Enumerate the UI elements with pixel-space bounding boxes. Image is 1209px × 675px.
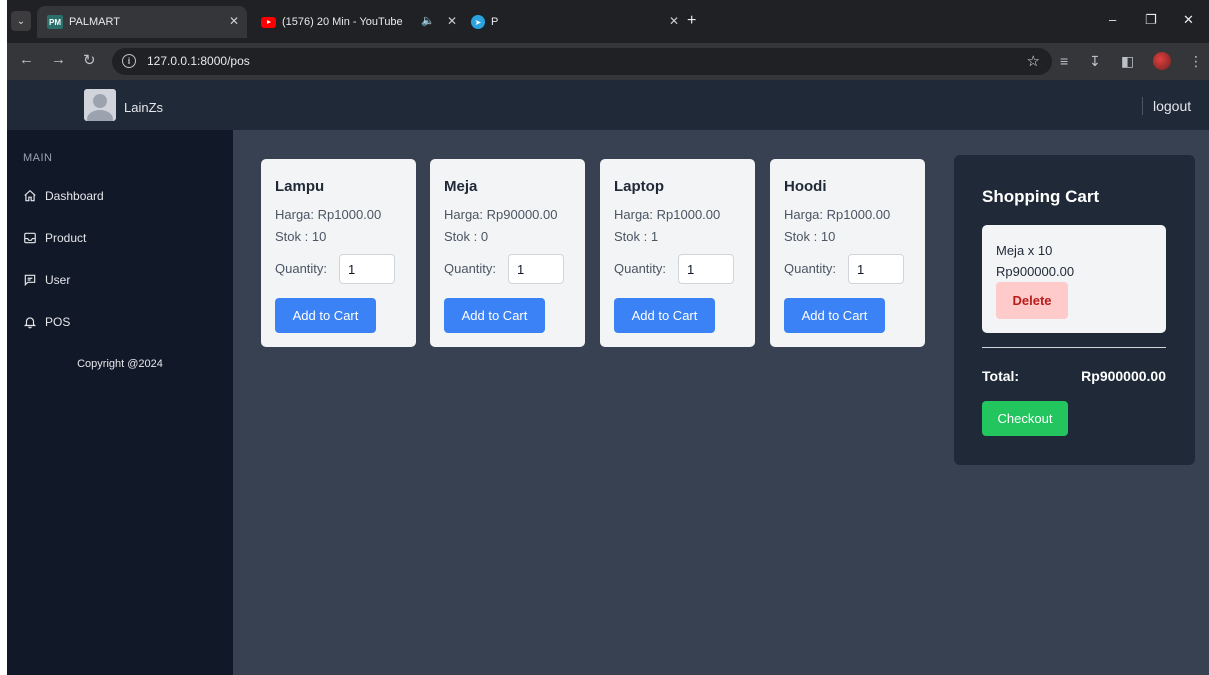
sidebar-item-pos[interactable]: POS [23, 310, 70, 334]
forward-icon[interactable]: → [51, 51, 66, 68]
new-tab-icon[interactable]: + [687, 12, 696, 30]
quantity-label: Quantity: [614, 261, 667, 276]
sidebar-item-product[interactable]: Product [23, 226, 86, 250]
window-close-icon[interactable]: ✕ [1183, 12, 1194, 28]
tab-search-icon[interactable]: ⌄ [11, 11, 31, 31]
logout-link[interactable]: logout [1153, 98, 1191, 114]
sidebar-item-user[interactable]: User [23, 268, 70, 292]
product-card-lampu: Lampu Harga: Rp1000.00 Stok : 10 Quantit… [261, 159, 416, 347]
tab-title: P [491, 16, 499, 28]
product-price: Harga: Rp1000.00 [614, 207, 721, 222]
product-card-meja: Meja Harga: Rp90000.00 Stok : 0 Quantity… [430, 159, 585, 347]
divider [1142, 97, 1143, 115]
sidebar-section-title: MAIN [23, 152, 53, 164]
sidebar-item-label: Product [45, 231, 87, 245]
product-price: Harga: Rp1000.00 [275, 207, 382, 222]
product-card-hoodi: Hoodi Harga: Rp1000.00 Stok : 10 Quantit… [770, 159, 925, 347]
close-icon[interactable]: ✕ [669, 14, 679, 28]
chat-icon [24, 274, 36, 287]
add-to-cart-button[interactable]: Add to Cart [444, 298, 545, 333]
product-stock: Stok : 10 [784, 229, 836, 244]
side-panel-icon[interactable]: ◧ [1121, 53, 1134, 70]
back-icon[interactable]: ← [19, 51, 34, 68]
tab-strip: ⌄ PM PALMART ✕ (1576) 20 Min - YouTube 🔈… [7, 0, 1209, 43]
shopping-cart-panel: Shopping Cart Meja x 10 Rp900000.00 Dele… [954, 155, 1195, 465]
close-icon[interactable]: ✕ [229, 14, 239, 28]
quantity-input[interactable] [508, 254, 564, 284]
tab-youtube[interactable]: (1576) 20 Min - YouTube 🔈 ✕ [255, 6, 465, 38]
bell-icon [23, 317, 37, 329]
product-stock: Stok : 0 [444, 229, 489, 244]
quantity-input[interactable] [848, 254, 904, 284]
profile-avatar-icon[interactable] [1153, 52, 1171, 70]
product-card-laptop: Laptop Harga: Rp1000.00 Stok : 1 Quantit… [600, 159, 755, 347]
menu-kebab-icon[interactable]: ⋮ [1189, 53, 1203, 70]
home-icon [24, 189, 36, 202]
info-icon[interactable]: i [122, 54, 136, 68]
close-icon[interactable]: ✕ [447, 14, 457, 28]
sidebar-item-label: POS [45, 315, 71, 329]
delete-button[interactable]: Delete [996, 282, 1068, 319]
tab-telegram[interactable]: ➤ P ✕ [467, 6, 687, 38]
product-name: Hoodi [784, 178, 827, 195]
palmart-favicon-icon: PM [47, 15, 63, 29]
tab-palmart[interactable]: PM PALMART ✕ [37, 6, 247, 38]
add-to-cart-button[interactable]: Add to Cart [275, 298, 376, 333]
product-stock: Stok : 1 [614, 229, 659, 244]
sidebar-item-dashboard[interactable]: Dashboard [23, 184, 104, 208]
copyright: Copyright @2024 [77, 358, 163, 370]
sidebar: MAIN Dashboard Product User POS Copyrigh… [7, 130, 233, 675]
reload-icon[interactable]: ↻ [83, 51, 96, 69]
tab-title: PALMART [69, 16, 120, 28]
telegram-favicon-icon: ➤ [471, 15, 485, 29]
product-price: Harga: Rp1000.00 [784, 207, 891, 222]
quantity-label: Quantity: [275, 261, 328, 276]
media-control-icon[interactable]: ≡ [1060, 53, 1068, 69]
browser-toolbar: ← → ↻ i 127.0.0.1:8000/pos ☆ ≡ ↧ ◧ ⋮ [7, 43, 1209, 80]
add-to-cart-button[interactable]: Add to Cart [614, 298, 715, 333]
quantity-input[interactable] [339, 254, 395, 284]
quantity-label: Quantity: [444, 261, 497, 276]
avatar [84, 89, 116, 121]
cart-item-name: Meja x 10 [996, 243, 1053, 258]
pos-app: LainZs logout MAIN Dashboard Product Use… [7, 80, 1209, 675]
sidebar-item-label: Dashboard [45, 189, 104, 203]
youtube-favicon-icon [261, 16, 276, 28]
total-value: Rp900000.00 [1081, 368, 1166, 384]
product-name: Lampu [275, 178, 325, 195]
cart-item-price: Rp900000.00 [996, 264, 1075, 279]
cart-item: Meja x 10 Rp900000.00 Delete [982, 225, 1166, 333]
minimize-icon[interactable]: – [1109, 12, 1116, 27]
cart-title: Shopping Cart [982, 187, 1100, 206]
browser-window: ⌄ PM PALMART ✕ (1576) 20 Min - YouTube 🔈… [7, 0, 1209, 675]
inbox-icon [24, 232, 36, 244]
username: LainZs [124, 100, 164, 115]
product-price: Harga: Rp90000.00 [444, 207, 558, 222]
quantity-label: Quantity: [784, 261, 837, 276]
tab-title: (1576) 20 Min - YouTube [282, 16, 403, 28]
url-text[interactable]: 127.0.0.1:8000/pos [147, 54, 250, 68]
bookmark-star-icon[interactable]: ☆ [1027, 52, 1040, 70]
total-label: Total: [982, 368, 1020, 384]
add-to-cart-button[interactable]: Add to Cart [784, 298, 885, 333]
quantity-input[interactable] [678, 254, 734, 284]
checkout-button[interactable]: Checkout [982, 401, 1068, 436]
app-header: LainZs logout [7, 80, 1209, 130]
speaker-icon[interactable]: 🔈 [421, 14, 435, 27]
address-bar[interactable]: i 127.0.0.1:8000/pos ☆ [112, 48, 1052, 75]
sidebar-item-label: User [45, 273, 71, 287]
download-icon[interactable]: ↧ [1089, 53, 1101, 70]
divider [982, 347, 1166, 348]
product-name: Meja [444, 178, 478, 195]
product-name: Laptop [614, 178, 664, 195]
product-stock: Stok : 10 [275, 229, 327, 244]
restore-icon[interactable]: ❐ [1145, 12, 1157, 28]
